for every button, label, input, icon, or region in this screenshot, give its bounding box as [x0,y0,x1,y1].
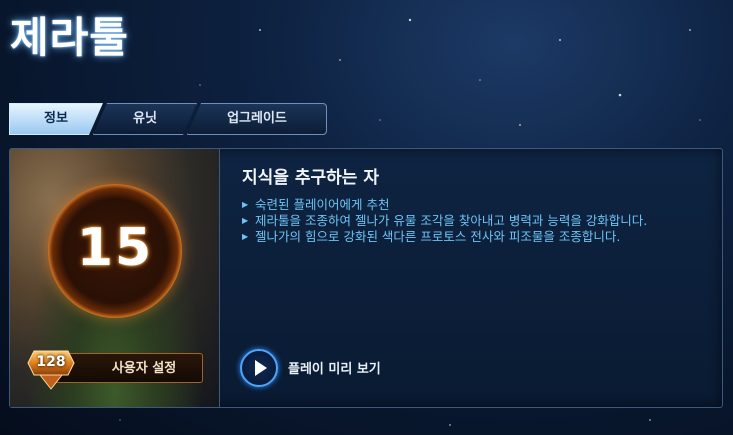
tab-units[interactable]: 유닛 [93,103,197,135]
hero-name-title: 제라툴 [10,13,129,62]
bullet-text: 숙련된 플레이어에게 추천 [255,197,390,212]
hero-info-panel: 15 사용자 설정 128 지식을 추구하는 자 ▶ 숙련된 플레이어에게 추천 … [9,148,723,408]
tab-bar: 정보 유닛 업그레이드 [9,103,327,135]
mastery-level-value: 128 [36,354,66,370]
mastery-level-badge: 128 [26,349,76,391]
hero-description-list: ▶ 숙련된 플레이어에게 추천 ▶ 제라툴을 조종하여 젤나가 유물 조각을 찾아내… [242,197,702,245]
bullet-arrow-icon: ▶ [242,200,249,209]
level-ring: 15 [48,184,182,318]
list-item: ▶ 젤나가의 힘으로 강화된 색다른 프로토스 전사와 피조물을 조종합니다. [242,229,702,244]
user-settings-button[interactable]: 사용자 설정 [55,353,203,383]
hero-portrait-area: 15 사용자 설정 128 [10,149,220,407]
play-preview-label[interactable]: 플레이 미리 보기 [288,358,381,377]
bullet-arrow-icon: ▶ [242,232,249,241]
list-item: ▶ 제라툴을 조종하여 젤나가 유물 조각을 찾아내고 병력과 능력을 강화합니다… [242,213,702,228]
hero-level: 15 [76,218,154,278]
tab-info[interactable]: 정보 [9,103,103,135]
bullet-text: 제라툴을 조종하여 젤나가 유물 조각을 찾아내고 병력과 능력을 강화합니다. [255,213,648,228]
tab-upgrades[interactable]: 업그레이드 [187,103,327,135]
bullet-arrow-icon: ▶ [242,216,249,225]
bullet-text: 젤나가의 힘으로 강화된 색다른 프로토스 전사와 피조물을 조종합니다. [255,229,621,244]
play-icon[interactable] [240,349,278,387]
hero-subtitle: 지식을 추구하는 자 [242,168,379,188]
list-item: ▶ 숙련된 플레이어에게 추천 [242,197,702,212]
